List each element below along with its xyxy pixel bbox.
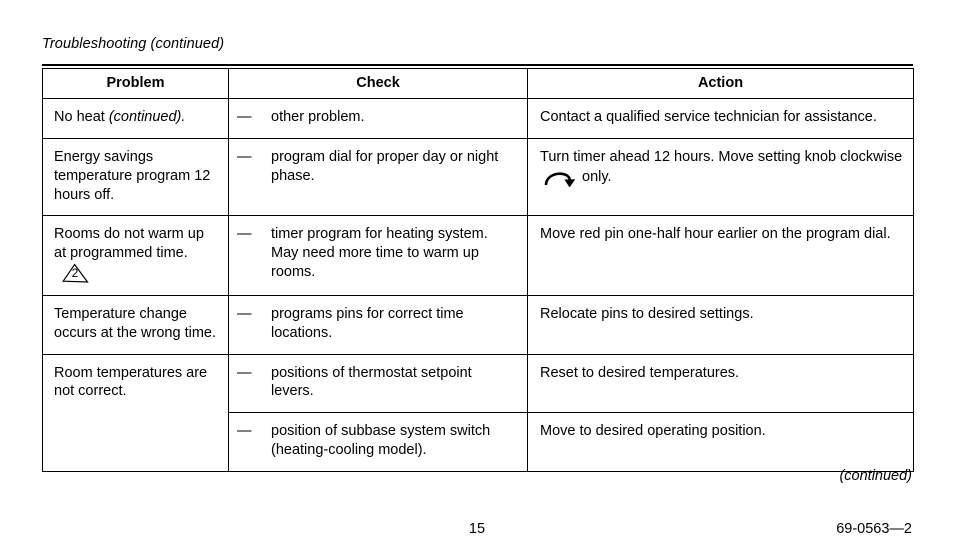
check-text: program dial for proper day or night pha… (271, 148, 499, 184)
action-cell: Turn timer ahead 12 hours. Move setting … (527, 137, 914, 217)
document-number: 69-0563—2 (836, 521, 912, 537)
em-dash-bullet-icon: — (237, 226, 252, 243)
check-text: programs pins for correct time locations… (271, 305, 464, 341)
problem-text: No heat (54, 109, 109, 125)
problem-text: Temperature change occurs at the wrong t… (54, 305, 216, 341)
action-text: Contact a qualified service technician f… (540, 109, 877, 125)
action-text-after-icon: only. (582, 168, 612, 185)
action-text: Relocate pins to desired settings. (540, 305, 754, 322)
problem-cell: Rooms do not warm up at programmed time.… (42, 215, 229, 296)
check-cell: — position of subbase system switch (hea… (228, 412, 528, 472)
check-cell: — other problem. (228, 98, 528, 139)
action-cell: Reset to desired temperatures. (527, 353, 914, 414)
continued-note: (continued) (839, 468, 912, 484)
problem-text: Room temperatures are not correct. (54, 364, 208, 400)
column-header-problem: Problem (42, 68, 229, 99)
problem-text: Rooms do not warm up at programmed time. (54, 226, 204, 262)
check-cell: — timer program for heating system. May … (228, 215, 528, 296)
problem-cell: Energy savings temperature program 12 ho… (42, 137, 229, 217)
table-row: Room temperatures are not correct. — pos… (42, 353, 914, 472)
page-number: 15 (468, 521, 486, 537)
problem-cell: Temperature change occurs at the wrong t… (42, 294, 229, 355)
check-cell: — program dial for proper day or night p… (228, 137, 528, 217)
note-marker-number: 2 (71, 266, 79, 281)
table-row: Energy savings temperature program 12 ho… (42, 137, 914, 217)
em-dash-bullet-icon: — (237, 148, 252, 165)
table-row: Rooms do not warm up at programmed time.… (42, 215, 914, 296)
troubleshooting-table: Problem Check Action No heat (continued)… (42, 68, 914, 472)
action-text: Reset to desired temperatures. (540, 364, 740, 381)
em-dash-bullet-icon: — (237, 423, 252, 440)
problem-text-italic: (continued). (108, 109, 186, 125)
check-text: other problem. (271, 109, 365, 125)
table-header-row: Problem Check Action (42, 68, 914, 99)
action-cell: Relocate pins to desired settings. (527, 294, 914, 355)
em-dash-bullet-icon: — (237, 109, 252, 125)
em-dash-bullet-icon: — (237, 305, 252, 322)
section-title: Troubleshooting (continued) (42, 36, 225, 52)
check-text: timer program for heating system. May ne… (271, 226, 488, 281)
problem-cell: Room temperatures are not correct. (42, 353, 229, 472)
clockwise-rotation-arrow-icon (543, 167, 579, 187)
warning-triangle-note-icon: 2 (60, 263, 90, 283)
action-cell: Move to desired operating position. (527, 412, 914, 472)
table-row: Temperature change occurs at the wrong t… (42, 294, 914, 355)
action-cell: Contact a qualified service technician f… (527, 98, 914, 139)
check-text: positions of thermostat setpoint levers. (271, 364, 472, 400)
em-dash-bullet-icon: — (237, 364, 252, 381)
column-header-check: Check (228, 68, 528, 99)
action-cell: Move red pin one-half hour earlier on th… (527, 215, 914, 296)
check-cell: — positions of thermostat setpoint lever… (228, 353, 528, 414)
check-cell: — programs pins for correct time locatio… (228, 294, 528, 355)
action-text-before-icon: Turn timer ahead 12 hours. Move setting … (540, 148, 903, 165)
action-text: Move to desired operating position. (540, 423, 766, 440)
problem-text: Energy savings temperature program 12 ho… (54, 148, 211, 203)
column-header-action: Action (527, 68, 914, 99)
problem-cell: No heat (continued). (42, 98, 229, 139)
table-row: No heat (continued). — other problem. Co… (42, 98, 914, 139)
document-page: Troubleshooting (continued) Problem Chec… (0, 0, 954, 557)
check-text: position of subbase system switch (heati… (271, 423, 491, 459)
action-text: Move red pin one-half hour earlier on th… (540, 226, 891, 243)
troubleshooting-table-wrapper: Problem Check Action No heat (continued)… (42, 64, 914, 472)
